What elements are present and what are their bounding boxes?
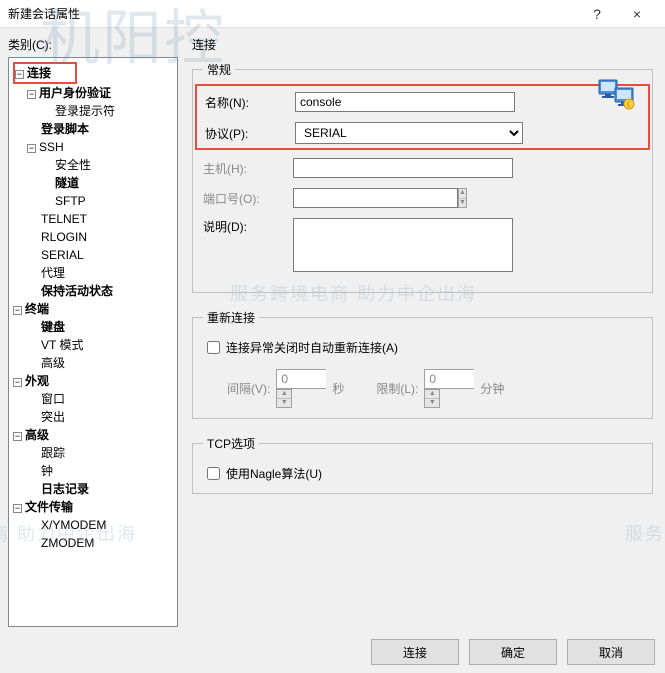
title-bar: 新建会话属性 ? ×	[0, 0, 665, 28]
tree-toggle-advanced[interactable]: −	[13, 432, 22, 441]
port-label: 端口号(O):	[203, 190, 293, 207]
tree-item-rlogin[interactable]: RLOGIN	[41, 230, 87, 244]
interval-down: ▼	[277, 399, 291, 407]
interval-label: 间隔(V):	[227, 380, 270, 397]
name-label: 名称(N):	[205, 94, 295, 111]
category-label: 类别(C):	[8, 36, 178, 53]
tree-item-xymodem[interactable]: X/YMODEM	[41, 518, 106, 532]
interval-up: ▲	[277, 390, 291, 399]
interval-unit: 秒	[332, 380, 344, 397]
close-button[interactable]: ×	[617, 6, 657, 22]
port-input	[293, 188, 458, 208]
cancel-button[interactable]: 取消	[567, 639, 655, 665]
tree-item-trace[interactable]: 跟踪	[41, 446, 65, 460]
tree-toggle-ssh[interactable]: −	[27, 144, 36, 153]
tree-item-sftp[interactable]: SFTP	[55, 194, 86, 208]
section-title: 连接	[192, 36, 653, 53]
tree-item-keyboard[interactable]: 键盘	[41, 320, 65, 334]
tree-item-bell[interactable]: 钟	[41, 464, 53, 478]
host-input	[293, 158, 513, 178]
tree-item-window[interactable]: 窗口	[41, 392, 65, 406]
tree-toggle-userauth[interactable]: −	[27, 90, 36, 99]
tree-item-security[interactable]: 安全性	[55, 158, 91, 172]
tree-item-connection[interactable]: 连接	[27, 66, 51, 80]
tree-item-keepalive[interactable]: 保持活动状态	[41, 284, 113, 298]
tree-item-loginprompt[interactable]: 登录提示符	[55, 104, 115, 118]
reconnect-fieldset: 重新连接 连接异常关闭时自动重新连接(A) 间隔(V): ▲▼ 秒 限制(L):…	[192, 309, 653, 419]
tree-item-zmodem[interactable]: ZMODEM	[41, 536, 94, 550]
host-label: 主机(H):	[203, 160, 293, 177]
auto-reconnect-checkbox[interactable]	[207, 341, 220, 354]
tree-item-logging[interactable]: 日志记录	[41, 482, 89, 496]
tree-item-loginscript[interactable]: 登录脚本	[41, 122, 89, 136]
tree-item-advanced[interactable]: 高级	[25, 428, 49, 442]
limit-input	[424, 369, 474, 389]
name-input[interactable]	[295, 92, 515, 112]
connection-icon	[597, 76, 637, 112]
tree-item-appearance[interactable]: 外观	[25, 374, 49, 388]
tree-item-serial[interactable]: SERIAL	[41, 248, 84, 262]
help-button[interactable]: ?	[577, 6, 617, 22]
port-down: ▼	[459, 199, 466, 208]
limit-label: 限制(L):	[376, 380, 418, 397]
general-fieldset: 常规 名称(N): 协议(P): SERIAL 主机(H): 端口号(O):	[192, 61, 653, 293]
protocol-select[interactable]: SERIAL	[295, 122, 523, 144]
limit-down: ▼	[425, 399, 439, 407]
tree-item-advanced-t[interactable]: 高级	[41, 356, 65, 370]
tcp-legend: TCP选项	[203, 435, 259, 452]
desc-label: 说明(D):	[203, 218, 293, 235]
tree-toggle-appearance[interactable]: −	[13, 378, 22, 387]
tree-item-tunnel[interactable]: 隧道	[55, 176, 79, 190]
reconnect-legend: 重新连接	[203, 309, 259, 326]
connect-button[interactable]: 连接	[371, 639, 459, 665]
desc-textarea[interactable]	[293, 218, 513, 272]
tree-item-ssh[interactable]: SSH	[39, 140, 64, 154]
tcp-fieldset: TCP选项 使用Nagle算法(U)	[192, 435, 653, 494]
tree-item-filetransfer[interactable]: 文件传输	[25, 500, 73, 514]
nagle-checkbox[interactable]	[207, 467, 220, 480]
general-legend: 常规	[203, 61, 235, 78]
interval-input	[276, 369, 326, 389]
auto-reconnect-label: 连接异常关闭时自动重新连接(A)	[226, 339, 398, 356]
tree-item-vt[interactable]: VT 模式	[41, 338, 83, 352]
port-up: ▲	[459, 189, 466, 199]
tree-item-userauth[interactable]: 用户身份验证	[39, 86, 111, 100]
limit-up: ▲	[425, 390, 439, 399]
tree-toggle-filetransfer[interactable]: −	[13, 504, 22, 513]
tree-item-highlight[interactable]: 突出	[41, 410, 65, 424]
footer: 连接 确定 取消	[371, 639, 655, 665]
tree-item-telnet[interactable]: TELNET	[41, 212, 87, 226]
tree-toggle-terminal[interactable]: −	[13, 306, 22, 315]
window-title: 新建会话属性	[8, 5, 577, 22]
tree-item-terminal[interactable]: 终端	[25, 302, 49, 316]
nagle-label: 使用Nagle算法(U)	[226, 465, 322, 482]
category-tree[interactable]: −连接 −用户身份验证 登录提示符 登录脚本 −SSH 安全性 隧道 SFTP	[8, 57, 178, 627]
tree-item-proxy[interactable]: 代理	[41, 266, 65, 280]
protocol-label: 协议(P):	[205, 125, 295, 142]
ok-button[interactable]: 确定	[469, 639, 557, 665]
limit-unit: 分钟	[480, 380, 504, 397]
tree-toggle-connection[interactable]: −	[15, 70, 24, 79]
